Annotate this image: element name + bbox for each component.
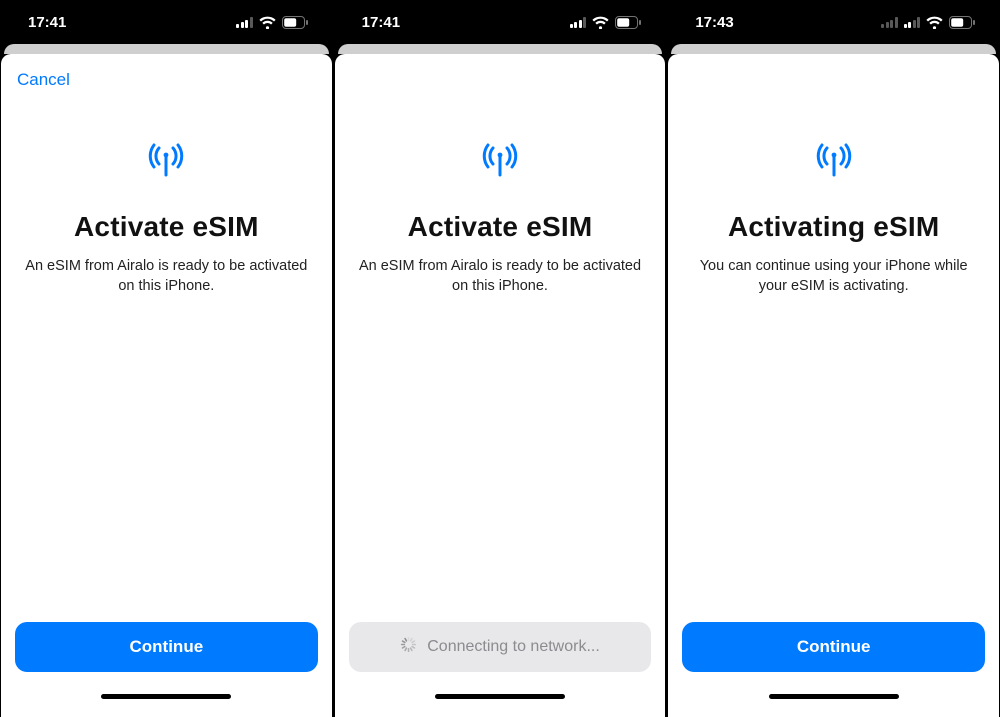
battery-icon — [615, 16, 642, 29]
status-bar: 17:41 — [334, 0, 667, 44]
home-indicator — [101, 694, 231, 699]
page-subtitle: You can continue using your iPhone while… — [688, 257, 979, 296]
cancel-placeholder — [682, 68, 985, 92]
status-time: 17:41 — [362, 14, 400, 31]
cellular-signal-icon — [881, 17, 898, 28]
status-bar: 17:43 — [667, 0, 1000, 44]
wifi-icon — [926, 16, 943, 29]
antenna-icon — [814, 142, 854, 187]
cancel-placeholder — [349, 68, 652, 92]
modal-sheet: Activate eSIM An eSIM from Airalo is rea… — [335, 54, 666, 717]
wifi-icon — [592, 16, 609, 29]
home-indicator — [769, 694, 899, 699]
battery-icon — [949, 16, 976, 29]
status-bar: 17:41 — [0, 0, 333, 44]
continue-button[interactable]: Continue — [15, 622, 318, 672]
home-indicator — [435, 694, 565, 699]
page-title: Activate eSIM — [74, 211, 259, 243]
spinner-icon — [400, 636, 417, 658]
sheet-background-peek — [338, 44, 663, 54]
connecting-button: Connecting to network... — [349, 622, 652, 672]
sheet-background-peek — [671, 44, 996, 54]
cellular-signal-icon — [570, 17, 587, 28]
antenna-icon — [480, 142, 520, 187]
page-subtitle: An eSIM from Airalo is ready to be activ… — [355, 257, 646, 296]
page-title: Activating eSIM — [728, 211, 939, 243]
cancel-button[interactable]: Cancel — [15, 68, 72, 92]
connecting-label: Connecting to network... — [427, 638, 600, 656]
modal-sheet: Activating eSIM You can continue using y… — [668, 54, 999, 717]
status-time: 17:41 — [28, 14, 66, 31]
sheet-background-peek — [4, 44, 329, 54]
cellular-signal-icon — [904, 17, 921, 28]
page-subtitle: An eSIM from Airalo is ready to be activ… — [21, 257, 312, 296]
cellular-signal-icon — [236, 17, 253, 28]
continue-button[interactable]: Continue — [682, 622, 985, 672]
antenna-icon — [146, 142, 186, 187]
page-title: Activate eSIM — [408, 211, 593, 243]
wifi-icon — [259, 16, 276, 29]
modal-sheet: Cancel Activate eSIM An eSIM from Airalo… — [1, 54, 332, 717]
battery-icon — [282, 16, 309, 29]
status-time: 17:43 — [695, 14, 733, 31]
